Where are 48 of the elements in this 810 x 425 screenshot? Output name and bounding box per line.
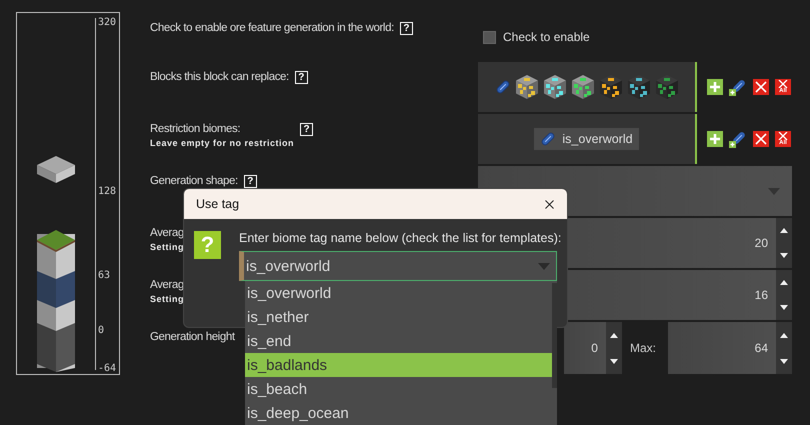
scrollbar-thumb[interactable] — [552, 283, 557, 388]
height-tick-label: -64 — [98, 363, 116, 374]
field-hint: Leave empty for no restriction — [150, 138, 294, 148]
enable-checkbox[interactable]: Check to enable — [483, 30, 590, 44]
question-icon: ? — [194, 231, 221, 259]
help-icon[interactable]: ? — [300, 123, 314, 136]
tag-option[interactable]: is_badlands — [245, 353, 552, 377]
field-label: Generation shape: — [150, 175, 238, 187]
height-tick-label: 320 — [98, 17, 116, 28]
add-tag-icon[interactable] — [729, 130, 747, 148]
biome-tag-chip[interactable]: is_overworld — [534, 128, 639, 150]
up-arrow-icon[interactable] — [610, 332, 618, 338]
field-hint: Setting — [150, 294, 184, 304]
field-label: Averag — [150, 279, 184, 291]
down-arrow-icon[interactable] — [610, 358, 618, 364]
down-arrow-icon[interactable] — [780, 358, 788, 364]
tag-option[interactable]: is_end — [245, 329, 552, 353]
min-spinner[interactable]: 0 — [564, 322, 622, 374]
chip-label: is_overworld — [562, 132, 633, 146]
up-arrow-icon[interactable] — [780, 228, 788, 233]
tag-option[interactable]: is_beach — [245, 377, 552, 401]
down-arrow-icon[interactable] — [780, 253, 788, 258]
remove-icon[interactable] — [753, 131, 769, 147]
max-spinner[interactable]: 64 — [668, 322, 792, 374]
help-icon[interactable]: ? — [294, 71, 308, 84]
height-tick-label: 128 — [98, 186, 116, 197]
field-label: Averag — [150, 227, 184, 239]
tag-option[interactable]: is_deep_ocean — [245, 401, 552, 425]
field-label: Blocks this block can replace: — [150, 71, 289, 83]
height-tick-label: 0 — [98, 325, 104, 336]
up-arrow-icon[interactable] — [780, 332, 788, 338]
down-arrow-icon[interactable] — [780, 305, 788, 310]
cross-icon — [778, 132, 788, 140]
field-hint: Setting — [150, 242, 184, 252]
add-tag-icon[interactable] — [729, 78, 747, 96]
field-label: Check to enable ore feature generation in the world: — [150, 22, 394, 34]
field-label: Generation height — [150, 331, 235, 343]
max-label: Max: — [628, 341, 657, 355]
field-label: Restriction biomes: — [150, 123, 242, 135]
remove-icon[interactable] — [753, 79, 769, 95]
tag-combobox[interactable]: is_overworld — [239, 251, 557, 281]
help-icon[interactable]: ? — [244, 175, 257, 188]
up-arrow-icon[interactable] — [780, 280, 788, 285]
height-tick-label: 63 — [98, 270, 110, 281]
cross-icon — [778, 80, 788, 88]
help-icon[interactable]: ? — [400, 22, 413, 35]
dropdown-caret-icon — [768, 188, 780, 194]
dialog-title: Use tag — [196, 197, 240, 211]
